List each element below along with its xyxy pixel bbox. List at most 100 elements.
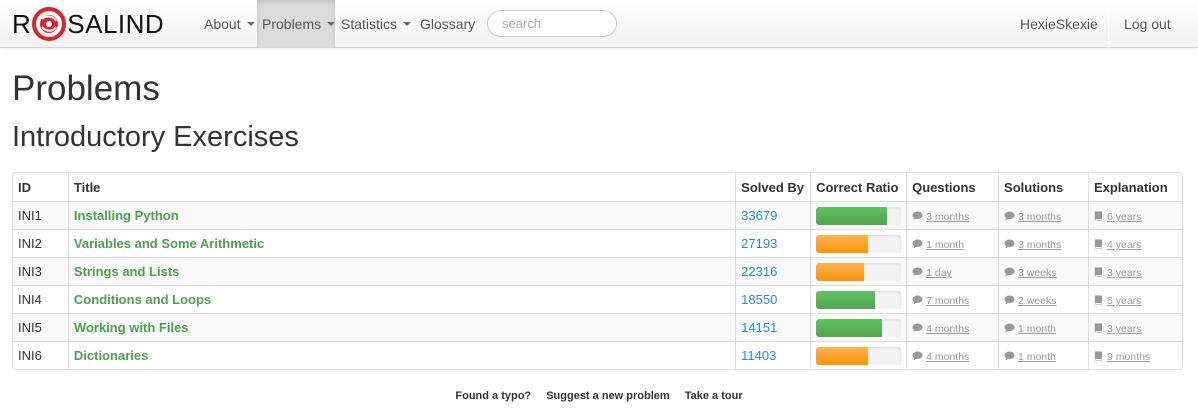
- username: HexieSkexie: [1020, 16, 1098, 32]
- solutions-link[interactable]: 3 months: [1004, 211, 1061, 223]
- logo-letters: SALIND: [67, 8, 165, 39]
- suggest-problem-link[interactable]: Suggest a new problem: [546, 390, 669, 402]
- comment-icon: [1004, 239, 1018, 251]
- correct-ratio-cell: [810, 201, 907, 229]
- solved-by-link[interactable]: 22316: [741, 264, 777, 279]
- comment-icon: [912, 239, 926, 251]
- solutions-link[interactable]: 1 month: [1004, 323, 1056, 335]
- comment-icon: [912, 295, 926, 307]
- header-explanation: Explanation: [1087, 173, 1182, 201]
- table-row[interactable]: INI5 Working with Files 14151 4 months 1 mon…: [13, 313, 1182, 341]
- explanation-link[interactable]: 6 years: [1094, 211, 1141, 223]
- correct-ratio-fill: [816, 290, 875, 309]
- explanation-link[interactable]: 4 years: [1094, 239, 1141, 251]
- questions-link[interactable]: 7 months: [912, 295, 969, 307]
- solved-by-link[interactable]: 11403: [741, 348, 776, 363]
- table-row[interactable]: INI3 Strings and Lists 22316 1 day 3 weeks 3 …: [13, 257, 1182, 285]
- table-row[interactable]: INI6 Dictionaries 11403 4 months 1 month 9 mo…: [13, 341, 1182, 369]
- solved-by-link[interactable]: 33679: [741, 208, 777, 223]
- problem-title-link[interactable]: Installing Python: [74, 208, 179, 223]
- explanation-age: 6 years: [1106, 211, 1142, 223]
- correct-ratio-fill: [816, 318, 883, 337]
- page-title: Problems: [12, 69, 160, 108]
- solutions-link[interactable]: 1 month: [1004, 351, 1056, 363]
- header-correct-ratio: Correct Ratio: [810, 173, 906, 201]
- header-id: ID: [18, 179, 31, 195]
- problems-table: ID Title Solved By Correct Ratio Questio…: [12, 172, 1183, 370]
- book-icon: [1094, 323, 1107, 335]
- chevron-down-icon: [403, 22, 412, 26]
- explanation-age: 4 years: [1106, 239, 1142, 251]
- nav-glossary[interactable]: Glossary: [415, 0, 480, 48]
- explanation-age: 5 years: [1106, 295, 1142, 307]
- solutions-link[interactable]: 3 months: [1004, 239, 1061, 251]
- problem-title-link[interactable]: Dictionaries: [74, 348, 148, 363]
- explanation-link[interactable]: 5 years: [1094, 295, 1141, 307]
- book-icon: [1094, 351, 1107, 363]
- nav-about[interactable]: About: [199, 0, 260, 48]
- nav-problems[interactable]: Problems: [257, 0, 336, 48]
- solutions-age: 3 weeks: [1018, 267, 1057, 279]
- explanation-age: 3 years: [1106, 267, 1142, 279]
- solved-by-link[interactable]: 27193: [741, 236, 777, 251]
- problem-title-link[interactable]: Conditions and Loops: [74, 292, 211, 307]
- chevron-down-icon: [327, 22, 336, 26]
- logo-letter-r: R: [12, 8, 32, 39]
- comment-icon: [1004, 323, 1018, 335]
- correct-ratio-fill: [816, 234, 868, 253]
- table-row[interactable]: INI4 Conditions and Loops 18550 7 months 2 w…: [13, 285, 1182, 313]
- correct-ratio-cell: [810, 229, 907, 257]
- nav-statistics[interactable]: Statistics: [336, 0, 416, 48]
- book-icon: [1094, 239, 1107, 251]
- solved-by-link[interactable]: 14151: [741, 320, 777, 335]
- user-profile-link[interactable]: HexieSkexie: [1015, 0, 1103, 48]
- solutions-age: 1 month: [1018, 323, 1056, 335]
- correct-ratio-bar: [816, 234, 902, 253]
- solved-by-link[interactable]: 18550: [741, 292, 777, 307]
- search-input[interactable]: [487, 10, 617, 37]
- explanation-age: 3 years: [1106, 323, 1142, 335]
- solutions-age: 2 weeks: [1018, 295, 1057, 307]
- problem-title-link[interactable]: Strings and Lists: [74, 264, 179, 279]
- rosalind-logo-icon: [32, 7, 67, 41]
- problem-id: INI2: [13, 229, 68, 257]
- questions-link[interactable]: 4 months: [912, 351, 969, 363]
- section-title: Introductory Exercises: [12, 121, 299, 153]
- comment-icon: [912, 267, 926, 279]
- correct-ratio-fill: [816, 262, 864, 281]
- questions-link[interactable]: 1 day: [912, 267, 952, 279]
- table-row[interactable]: INI2 Variables and Some Arithmetic 27193 1 …: [13, 229, 1182, 257]
- solutions-link[interactable]: 2 weeks: [1004, 295, 1057, 307]
- problem-id: INI4: [13, 285, 68, 313]
- chevron-down-icon: [246, 22, 255, 26]
- logout-button[interactable]: Log out: [1119, 0, 1176, 48]
- explanation-link[interactable]: 3 years: [1094, 267, 1141, 279]
- correct-ratio-fill: [816, 346, 868, 365]
- explanation-link[interactable]: 3 years: [1094, 323, 1141, 335]
- comment-icon: [1004, 295, 1018, 307]
- book-icon: [1094, 295, 1107, 307]
- correct-ratio-cell: [810, 313, 907, 341]
- problem-title-link[interactable]: Working with Files: [74, 320, 189, 335]
- take-tour-link[interactable]: Take a tour: [685, 390, 743, 402]
- solutions-link[interactable]: 3 weeks: [1004, 267, 1057, 279]
- questions-link[interactable]: 4 months: [912, 323, 969, 335]
- problem-id: INI6: [13, 341, 68, 369]
- rosalind-logo[interactable]: R SALIND: [12, 6, 164, 42]
- questions-link[interactable]: 1 month: [912, 239, 964, 251]
- nav-about-label: About: [204, 16, 241, 32]
- questions-link[interactable]: 3 months: [912, 211, 969, 223]
- solutions-age: 3 months: [1018, 211, 1062, 223]
- header-title: Title: [67, 173, 735, 201]
- questions-age: 1 day: [926, 267, 952, 279]
- book-icon: [1094, 211, 1107, 223]
- questions-age: 7 months: [926, 295, 970, 307]
- table-row[interactable]: INI1 Installing Python 33679 3 months 3 mont…: [13, 201, 1182, 229]
- solutions-age: 3 months: [1018, 239, 1062, 251]
- logout-label: Log out: [1124, 16, 1171, 32]
- explanation-link[interactable]: 9 months: [1094, 351, 1150, 363]
- found-typo-link[interactable]: Found a typo?: [455, 390, 531, 402]
- problem-title-link[interactable]: Variables and Some Arithmetic: [74, 236, 264, 251]
- comment-icon: [1004, 351, 1018, 363]
- comment-icon: [1004, 211, 1018, 223]
